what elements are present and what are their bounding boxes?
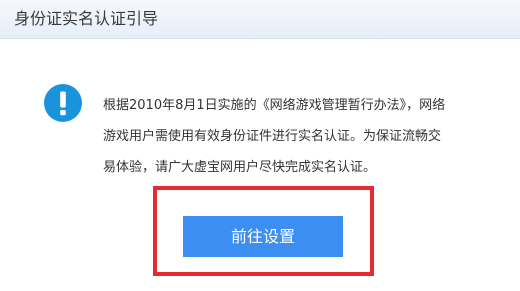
dialog-title: 身份证实名认证引导 bbox=[14, 9, 159, 28]
notice-line-1: 根据2010年8月1日实施的《网络游戏管理暂行办法》，网络 bbox=[103, 98, 446, 113]
notice-line-2: 游戏用户需使用有效身份证件进行实名认证。为保证流畅交 bbox=[103, 129, 442, 144]
real-name-guide-dialog: 身份证实名认证引导 根据2010年8月1日实施的《网络游戏管理暂行办法》，网络游… bbox=[0, 0, 520, 291]
notice-text: 根据2010年8月1日实施的《网络游戏管理暂行办法》，网络 游戏用户需使用有效身份… bbox=[103, 90, 503, 183]
exclamation-circle-icon bbox=[44, 84, 82, 122]
dialog-header: 身份证实名认证引导 bbox=[0, 0, 520, 39]
goto-settings-button[interactable]: 前往设置 bbox=[183, 216, 343, 257]
notice-line-3: 易体验，请广大虚宝网用户尽快完成实名认证。 bbox=[103, 160, 377, 175]
